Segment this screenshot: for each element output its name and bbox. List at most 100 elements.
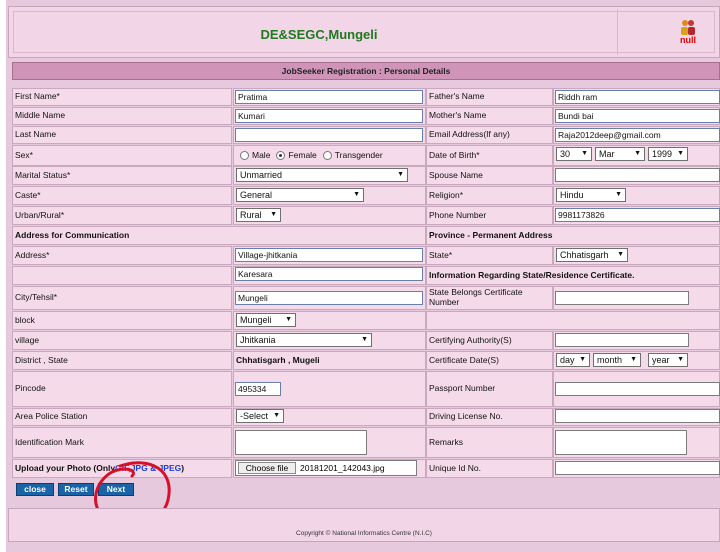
label-sex: Sex*	[12, 145, 232, 166]
header-divider	[617, 9, 618, 55]
site-title: DE&SEGC,Mungeli	[260, 27, 378, 42]
city-input[interactable]: Mungeli	[235, 291, 423, 305]
sex-label-male: Male	[252, 149, 271, 160]
driving-license-input[interactable]	[555, 409, 720, 423]
sex-options: Male Female Transgender	[233, 145, 426, 166]
police-station-value: -Select	[240, 411, 269, 421]
photo-file-input[interactable]: Choose file 20181201_142043.jpg	[235, 460, 417, 476]
sex-radio-female[interactable]	[276, 151, 286, 160]
label-certificate-date: Certificate Date(S)	[426, 351, 553, 370]
remarks-textarea[interactable]	[555, 430, 687, 455]
sex-label-female: Female	[288, 149, 317, 160]
label-passport: Passport Number	[426, 371, 553, 407]
address-line1-input[interactable]: Village-jhitkania	[235, 248, 423, 262]
sex-radio-male[interactable]	[240, 151, 249, 160]
label-unique-id: Unique Id No.	[426, 459, 553, 478]
province-heading: Province - Permanent Address	[426, 226, 720, 245]
next-button[interactable]: Next	[98, 483, 134, 496]
email-input[interactable]: Raja2012deep@gmail.com	[555, 128, 720, 142]
religion-select[interactable]: Hindu ▼	[556, 188, 626, 202]
label-spouse: Spouse Name	[426, 166, 553, 185]
sex-label-transgender: Transgender	[334, 149, 383, 160]
label-middle-name: Middle Name	[12, 107, 232, 125]
chevron-down-icon: ▼	[634, 150, 641, 157]
label-district-state: District , State	[12, 351, 232, 370]
middle-name-input[interactable]: Kumari	[235, 109, 423, 123]
label-dob: Date of Birth*	[426, 145, 553, 166]
phone-input[interactable]: 9981173826	[555, 208, 720, 222]
dob-month-value: Mar	[599, 149, 615, 159]
identification-mark-textarea[interactable]	[235, 430, 367, 455]
label-religion: Religion*	[426, 186, 553, 205]
address-communication-heading: Address for Communication	[12, 226, 426, 245]
sex-radio-transgender[interactable]	[322, 151, 332, 160]
page-footer: Copyright © National Informatics Centre …	[8, 508, 720, 542]
cert-month-select[interactable]: month ▼	[593, 353, 641, 367]
cert-year-value: year	[652, 355, 670, 365]
close-button[interactable]: close	[16, 483, 54, 496]
dob-day-value: 30	[560, 149, 571, 159]
dob-day-select[interactable]: 30 ▼	[556, 147, 592, 161]
spouse-input[interactable]	[555, 168, 720, 182]
chevron-down-icon: ▼	[579, 356, 586, 363]
label-pincode: Pincode	[12, 371, 232, 407]
chevron-down-icon: ▼	[677, 150, 684, 157]
upload-photo-types: GIF,JPG & JPEG	[115, 462, 182, 473]
first-name-input[interactable]: Pratima	[235, 90, 423, 104]
address-line2-label-cell	[12, 266, 232, 285]
label-urban-rural: Urban/Rural*	[12, 206, 232, 225]
cert-year-select[interactable]: year ▼	[648, 353, 688, 367]
chevron-down-icon: ▼	[581, 150, 588, 157]
chosen-file-name: 20181201_142043.jpg	[300, 463, 385, 473]
village-select[interactable]: Jhitkania ▼	[236, 333, 372, 347]
address-line2-input[interactable]: Karesara	[235, 267, 423, 281]
chevron-down-icon: ▼	[677, 356, 684, 363]
block-select[interactable]: Mungeli ▼	[236, 313, 296, 327]
police-station-select[interactable]: -Select ▼	[236, 409, 284, 423]
cert-month-value: month	[597, 355, 623, 365]
mother-name-input[interactable]: Bundi bai	[555, 109, 720, 123]
dob-month-select[interactable]: Mar ▼	[595, 147, 645, 161]
label-certifying-authority: Certifying Authority(S)	[426, 331, 553, 350]
copyright-text: Copyright © National Informatics Centre …	[296, 530, 432, 537]
caste-select[interactable]: General ▼	[236, 188, 364, 202]
pincode-input[interactable]: 495334	[235, 382, 281, 396]
label-identification-mark: Identification Mark	[12, 427, 232, 458]
urban-rural-select[interactable]: Rural ▼	[236, 208, 281, 222]
village-value: Jhitkania	[240, 335, 276, 345]
block-right-empty	[426, 311, 720, 330]
site-header: DE&SEGC,Mungeli null	[8, 6, 720, 58]
label-village: village	[12, 331, 232, 350]
certifying-authority-input[interactable]	[555, 333, 689, 347]
passport-input[interactable]	[555, 382, 720, 396]
chevron-down-icon: ▼	[615, 191, 622, 198]
marital-status-select[interactable]: Unmarried ▼	[236, 168, 408, 182]
upload-photo-prefix: Upload your Photo (Only	[15, 462, 116, 473]
label-state-cert-number: State Belongs Certificate Number	[426, 286, 553, 310]
reset-button[interactable]: Reset	[58, 483, 94, 496]
cert-day-select[interactable]: day ▼	[556, 353, 590, 367]
unique-id-input[interactable]	[555, 461, 720, 475]
chevron-down-icon: ▼	[270, 211, 277, 218]
people-icon	[681, 20, 695, 35]
label-father-name: Father's Name	[426, 88, 553, 106]
state-cert-number-input[interactable]	[555, 291, 689, 305]
chevron-down-icon: ▼	[361, 336, 368, 343]
last-name-input[interactable]	[235, 128, 423, 142]
dob-year-select[interactable]: 1999 ▼	[648, 147, 688, 161]
cert-day-value: day	[560, 355, 575, 365]
label-marital-status: Marital Status*	[12, 166, 232, 185]
label-last-name: Last Name	[12, 126, 232, 144]
label-caste: Caste*	[12, 186, 232, 205]
choose-file-button[interactable]: Choose file	[238, 462, 296, 474]
state-select[interactable]: Chhatisgarh ▼	[556, 248, 628, 262]
label-phone: Phone Number	[426, 206, 553, 225]
logo-text: null	[680, 35, 696, 45]
block-value: Mungeli	[240, 315, 272, 325]
chevron-down-icon: ▼	[353, 191, 360, 198]
father-name-input[interactable]: Riddh ram	[555, 90, 720, 104]
urban-rural-value: Rural	[240, 210, 262, 220]
label-first-name: First Name*	[12, 88, 232, 106]
chevron-down-icon: ▼	[273, 412, 280, 419]
label-police-station: Area Police Station	[12, 408, 232, 426]
